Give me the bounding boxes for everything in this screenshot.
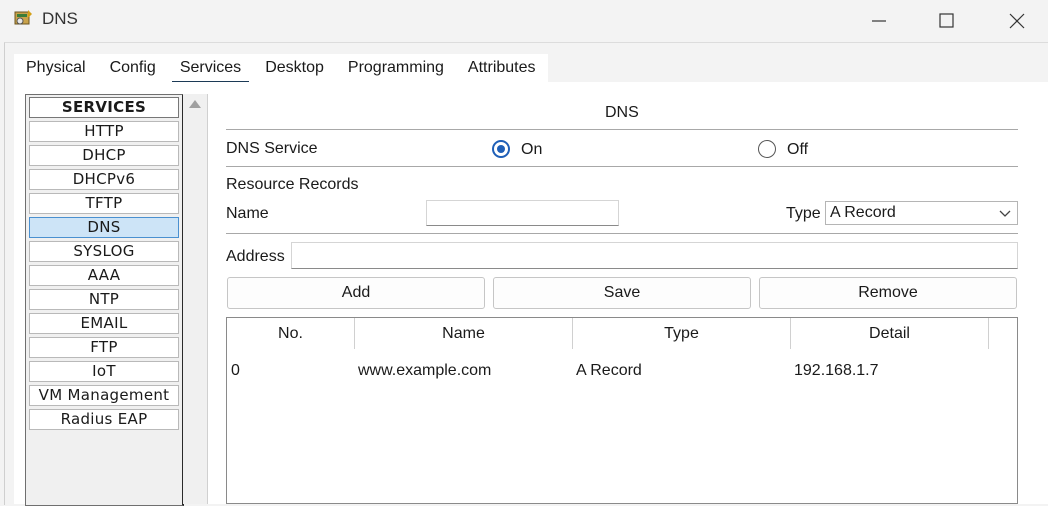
- tab-services[interactable]: Services: [167, 54, 254, 84]
- service-item-syslog[interactable]: SYSLOG: [29, 241, 179, 262]
- dns-service-off-label[interactable]: Off: [787, 141, 808, 159]
- service-item-ftp[interactable]: FTP: [29, 337, 179, 358]
- column-header-no[interactable]: No.: [227, 318, 355, 349]
- tab-desktop[interactable]: Desktop: [253, 54, 336, 82]
- column-header-type[interactable]: Type: [573, 318, 791, 349]
- type-select-value: A Record: [830, 204, 896, 221]
- service-item-vm-management[interactable]: VM Management: [29, 385, 179, 406]
- dns-service-label: DNS Service: [226, 140, 318, 157]
- tab-programming[interactable]: Programming: [335, 54, 456, 82]
- services-list: SERVICES HTTP DHCP DHCPv6 TFTP DNS SYSLO…: [25, 94, 184, 506]
- service-item-iot[interactable]: IoT: [29, 361, 179, 382]
- name-input[interactable]: [426, 200, 619, 226]
- name-label: Name: [226, 205, 269, 222]
- add-button[interactable]: Add: [227, 277, 485, 309]
- services-scrollbar[interactable]: [183, 94, 208, 504]
- service-item-dhcpv6[interactable]: DHCPv6: [29, 169, 179, 190]
- column-header-name[interactable]: Name: [355, 318, 573, 349]
- close-icon[interactable]: [1004, 8, 1030, 34]
- save-button[interactable]: Save: [493, 277, 751, 309]
- record-type: A Record: [576, 362, 642, 379]
- service-item-dhcp[interactable]: DHCP: [29, 145, 179, 166]
- service-item-ntp[interactable]: NTP: [29, 289, 179, 310]
- record-no: 0: [231, 362, 240, 379]
- address-input[interactable]: [291, 242, 1018, 269]
- tab-physical[interactable]: Physical: [14, 54, 98, 82]
- divider: [226, 233, 1018, 234]
- divider: [226, 166, 1018, 167]
- maximize-icon[interactable]: [934, 8, 960, 34]
- type-select[interactable]: A Record: [825, 201, 1018, 225]
- tab-bar: Physical Config Services Desktop Program…: [14, 54, 548, 84]
- type-label: Type: [786, 205, 821, 222]
- chevron-down-icon: [999, 210, 1011, 217]
- service-item-radius-eap[interactable]: Radius EAP: [29, 409, 179, 430]
- divider: [226, 129, 1018, 130]
- address-label: Address: [226, 248, 285, 265]
- dns-service-off-radio[interactable]: [758, 140, 776, 158]
- tab-attributes[interactable]: Attributes: [455, 54, 548, 82]
- tab-config[interactable]: Config: [97, 54, 168, 82]
- dns-service-on-radio[interactable]: [492, 140, 510, 158]
- title-bar: DNS: [0, 0, 1048, 42]
- resource-records-table: No. Name Type Detail 0 www.example.com A…: [226, 317, 1018, 504]
- service-item-dns[interactable]: DNS: [29, 217, 179, 238]
- service-item-aaa[interactable]: AAA: [29, 265, 179, 286]
- record-name: www.example.com: [358, 362, 492, 379]
- window-title: DNS: [42, 9, 78, 28]
- dns-section-title: DNS: [605, 104, 639, 121]
- record-detail: 192.168.1.7: [794, 362, 879, 379]
- service-item-tftp[interactable]: TFTP: [29, 193, 179, 214]
- resource-records-label: Resource Records: [226, 176, 359, 193]
- dns-service-on-label[interactable]: On: [521, 141, 542, 159]
- scroll-up-arrow-icon[interactable]: [189, 100, 201, 108]
- service-item-email[interactable]: EMAIL: [29, 313, 179, 334]
- services-list-header: SERVICES: [29, 97, 179, 118]
- remove-button[interactable]: Remove: [759, 277, 1017, 309]
- minimize-icon[interactable]: [866, 8, 892, 34]
- column-header-detail[interactable]: Detail: [791, 318, 989, 349]
- dns-server-app-icon: [14, 10, 32, 25]
- service-item-http[interactable]: HTTP: [29, 121, 179, 142]
